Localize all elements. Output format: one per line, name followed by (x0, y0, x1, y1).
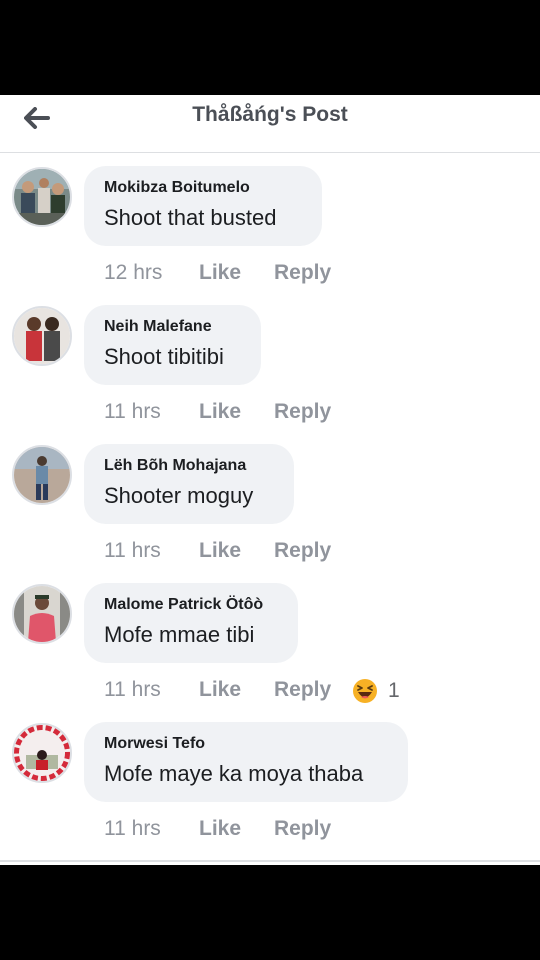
comment-author[interactable]: Lëh Bõh Mohajana (104, 457, 272, 475)
avatar[interactable] (12, 584, 72, 644)
header-bar: Thåßåńg's Post (0, 95, 540, 153)
reply-button[interactable]: Reply (274, 400, 331, 424)
reply-button[interactable]: Reply (274, 678, 331, 702)
comment-timestamp[interactable]: 12 hrs (104, 261, 162, 285)
comment-item: Mokibza Boitumelo Shoot that busted 12 h… (0, 157, 540, 296)
reply-button[interactable]: Reply (274, 539, 331, 563)
like-button[interactable]: Like (199, 539, 241, 563)
avatar[interactable] (12, 445, 72, 505)
comment-item: Neih Malefane Shoot tibitibi 11 hrs Like… (0, 296, 540, 435)
like-button[interactable]: Like (199, 400, 241, 424)
divider (0, 860, 540, 862)
comment-text: Shoot tibitibi (104, 344, 224, 369)
comment-timestamp[interactable]: 11 hrs (104, 400, 161, 424)
reaction-count: 1 (388, 679, 400, 702)
comment-timestamp[interactable]: 11 hrs (104, 539, 161, 563)
comment-author[interactable]: Morwesi Tefo (104, 735, 386, 753)
avatar[interactable] (12, 167, 72, 227)
post-comments-screen: Thåßåńg's Post Mokibza Boitumelo Shoot t… (0, 95, 540, 865)
comment-bubble: Lëh Bõh Mohajana Shooter moguy (84, 444, 294, 524)
comment-bubble: Neih Malefane Shoot tibitibi (84, 305, 261, 385)
comment-text: Mofe mmae tibi (104, 622, 255, 647)
comment-timestamp[interactable]: 11 hrs (104, 678, 161, 702)
avatar[interactable] (12, 306, 72, 366)
comment-author[interactable]: Mokibza Boitumelo (104, 179, 300, 197)
comment-bubble: Morwesi Tefo Mofe maye ka moya thaba (84, 722, 408, 802)
like-button[interactable]: Like (199, 817, 241, 841)
reply-button[interactable]: Reply (274, 817, 331, 841)
comment-item: Lëh Bõh Mohajana Shooter moguy 11 hrs Li… (0, 435, 540, 574)
comment-text: Shooter moguy (104, 483, 254, 508)
navigation-bar-area (0, 865, 540, 960)
comment-item: Malome Patrick Ötôò Mofe mmae tibi 11 hr… (0, 574, 540, 713)
avatar[interactable] (12, 723, 72, 783)
status-bar-area (0, 0, 540, 95)
haha-reaction-icon (353, 679, 377, 703)
comment-bubble: Malome Patrick Ötôò Mofe mmae tibi (84, 583, 298, 663)
comment-author[interactable]: Neih Malefane (104, 318, 239, 336)
reaction-summary[interactable]: 1 (352, 678, 400, 704)
comment-text: Shoot that busted (104, 205, 277, 230)
comment-timestamp[interactable]: 11 hrs (104, 817, 161, 841)
like-button[interactable]: Like (199, 678, 241, 702)
comment-text: Mofe maye ka moya thaba (104, 761, 364, 786)
page-title: Thåßåńg's Post (192, 103, 348, 126)
comment-item: Morwesi Tefo Mofe maye ka moya thaba 11 … (0, 713, 540, 852)
comment-bubble: Mokibza Boitumelo Shoot that busted (84, 166, 322, 246)
comment-author[interactable]: Malome Patrick Ötôò (104, 596, 276, 614)
reply-button[interactable]: Reply (274, 261, 331, 285)
like-button[interactable]: Like (199, 261, 241, 285)
